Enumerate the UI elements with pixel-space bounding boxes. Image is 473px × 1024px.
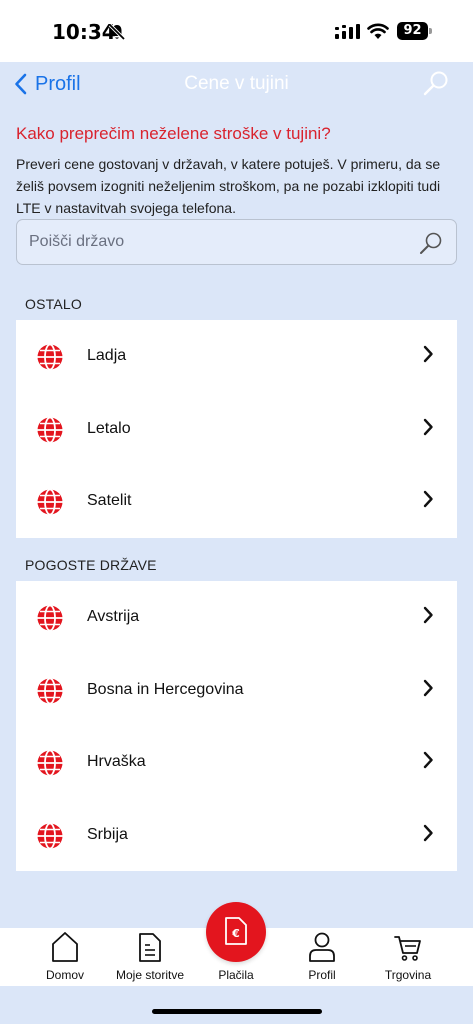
country-search-input[interactable] [29, 220, 409, 264]
globe-icon [37, 677, 63, 704]
chevron-right-icon [423, 824, 433, 841]
globe-icon [37, 749, 63, 777]
list-item[interactable]: Ladja [16, 320, 457, 393]
chevron-right-icon [423, 418, 433, 435]
search-icon[interactable] [418, 231, 444, 257]
payment-icon: € [225, 917, 247, 945]
section-list-pogoste-drzave: Avstrija Bosna in Hercegovina Hrvaška Sr… [16, 581, 457, 871]
search-icon[interactable] [422, 70, 450, 98]
tab-label: Plačila [218, 968, 254, 982]
home-icon [52, 932, 78, 962]
chevron-right-icon [423, 606, 433, 624]
list-item-label: Bosna in Hercegovina [87, 680, 244, 698]
user-icon [309, 932, 335, 962]
list-item-label: Srbija [87, 825, 128, 843]
list-item-label: Letalo [87, 419, 131, 437]
intro-text: Preveri cene gostovanj v državah, v kate… [16, 156, 441, 216]
section-label-pogoste-drzave: POGOSTE DRŽAVE [25, 557, 157, 573]
chevron-right-icon [423, 345, 433, 363]
globe-icon [37, 822, 63, 849]
list-item[interactable]: Srbija [16, 799, 457, 872]
cart-icon [394, 936, 421, 961]
list-item-label: Ladja [87, 347, 127, 365]
list-item[interactable]: Letalo [16, 393, 457, 466]
battery-level: 92 [397, 22, 428, 40]
list-item[interactable]: Hrvaška [16, 726, 457, 799]
globe-icon [37, 604, 63, 632]
tab-label: Profil [308, 968, 336, 982]
bell-muted-icon [108, 23, 126, 41]
tab-moje-storitve[interactable]: Moje storitve [105, 928, 195, 986]
list-item-label: Satelit [87, 492, 132, 510]
battery-tip [429, 28, 432, 34]
country-search-box[interactable] [16, 219, 457, 265]
globe-icon [37, 343, 63, 371]
svg-text:€: € [231, 927, 240, 940]
document-icon [139, 933, 161, 962]
home-indicator [152, 1009, 322, 1014]
page-title: Cene v tujini [184, 73, 289, 94]
list-item[interactable]: Satelit [16, 465, 457, 538]
tab-trgovina[interactable]: Trgovina [363, 928, 453, 986]
chevron-right-icon [423, 751, 433, 769]
navigation-bar: Profil Cene v tujini [0, 62, 473, 108]
globe-icon [37, 488, 63, 516]
tab-label: Domov [45, 968, 84, 982]
status-time: 10:34 [52, 20, 116, 44]
globe-icon [37, 416, 63, 443]
tab-label: Trgovina [384, 968, 432, 982]
list-item[interactable]: Bosna in Hercegovina [16, 654, 457, 727]
section-label-ostalo: OSTALO [25, 296, 82, 312]
cellular-signal-icon [335, 24, 360, 39]
tab-label: Moje storitve [115, 968, 185, 982]
tab-profil[interactable]: Profil [277, 928, 367, 986]
chevron-right-icon [423, 679, 433, 696]
section-list-ostalo: Ladja Letalo Satelit [16, 320, 457, 538]
tab-domov[interactable]: Domov [20, 928, 110, 986]
payment-button[interactable]: € [206, 902, 266, 962]
status-bar: 10:34 92 [0, 0, 473, 62]
wifi-icon [367, 23, 389, 39]
list-item-label: Avstrija [87, 608, 140, 626]
list-item-label: Hrvaška [87, 753, 146, 771]
intro-title: Kako preprečim neželene stroške v tujini… [16, 124, 331, 143]
list-item[interactable]: Avstrija [16, 581, 457, 654]
chevron-right-icon [423, 490, 433, 508]
